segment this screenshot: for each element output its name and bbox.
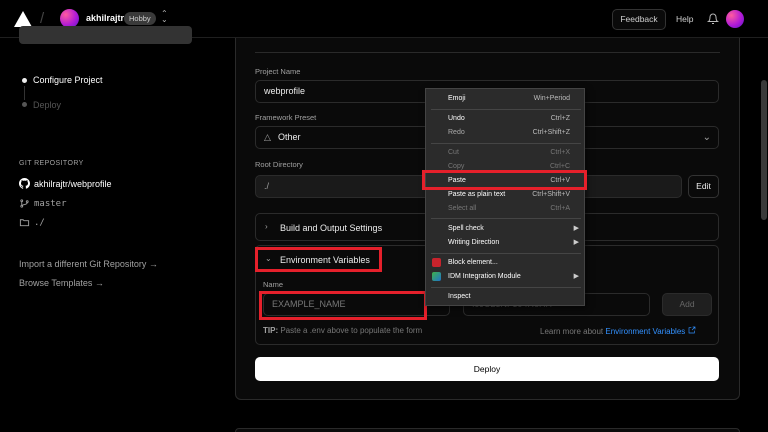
- chevron-down-icon: ⌄: [702, 132, 711, 143]
- vercel-logo-icon[interactable]: [14, 11, 32, 27]
- highlight-env-name-input: [259, 291, 427, 320]
- menu-item-cut[interactable]: Cut Ctrl+X: [426, 146, 584, 160]
- github-icon: [19, 178, 30, 189]
- bell-icon[interactable]: [707, 13, 719, 25]
- project-name-label: Project Name: [255, 67, 301, 76]
- menu-separator: [431, 109, 581, 110]
- menu-separator: [431, 253, 581, 254]
- idm-icon: [432, 272, 441, 281]
- menu-item-spell-check[interactable]: Spell check ▶: [426, 222, 584, 236]
- menu-item-idm-integration[interactable]: IDM Integration Module ▶: [426, 270, 584, 284]
- import-different-repo-link[interactable]: Import a different Git Repository →: [19, 259, 158, 269]
- team-name[interactable]: akhilrajtr: [86, 13, 124, 23]
- context-menu: Emoji Win+Period Undo Ctrl+Z Redo Ctrl+Shif…: [425, 88, 585, 306]
- branch-name: master: [34, 198, 67, 209]
- env-tip: TIP: Paste a .env above to populate the …: [263, 326, 422, 335]
- menu-separator: [431, 287, 581, 288]
- external-link-icon: [688, 326, 695, 334]
- chevron-right-icon: ›: [265, 222, 268, 231]
- framework-value: Other: [278, 132, 301, 142]
- branch-row: master: [19, 198, 67, 209]
- repo-name: akhilrajtr/webprofile: [34, 178, 112, 189]
- help-link[interactable]: Help: [676, 14, 693, 24]
- plan-badge: Hobby: [124, 12, 156, 25]
- step-connector: [24, 86, 25, 100]
- team-switcher-icon[interactable]: ⌃ ⌄: [161, 10, 168, 24]
- env-name-label: Name: [263, 280, 284, 289]
- root-directory-label: Root Directory: [255, 160, 303, 169]
- tip-prefix: TIP:: [263, 326, 279, 335]
- submenu-arrow-icon: ▶: [573, 239, 579, 246]
- git-branch-icon: [20, 199, 29, 208]
- adblock-icon: [432, 258, 441, 267]
- tip-text: Paste a .env above to populate the form: [280, 326, 423, 335]
- learn-more: Learn more about Environment Variables: [540, 326, 696, 336]
- framework-triangle-icon: △: [264, 132, 271, 142]
- step-active-dot: [22, 78, 27, 83]
- page-scrollbar[interactable]: [761, 80, 767, 220]
- submenu-arrow-icon: ▶: [573, 225, 579, 232]
- add-env-var-button[interactable]: Add: [662, 293, 712, 316]
- step-configure-project: Configure Project: [33, 75, 103, 85]
- framework-preset-label: Framework Preset: [255, 113, 317, 122]
- menu-separator: [431, 218, 581, 219]
- menu-item-block-element[interactable]: Block element...: [426, 256, 584, 270]
- highlight-env-vars-toggle: [255, 247, 382, 272]
- feedback-button[interactable]: Feedback: [612, 9, 666, 30]
- env-vars-docs-link[interactable]: Environment Variables: [605, 327, 685, 336]
- repo-row[interactable]: akhilrajtr/webprofile: [19, 178, 112, 189]
- menu-item-select-all[interactable]: Select all Ctrl+A: [426, 202, 584, 216]
- user-avatar[interactable]: [726, 10, 744, 28]
- menu-item-emoji[interactable]: Emoji Win+Period: [426, 92, 584, 106]
- sidebar-top-card: [19, 26, 192, 44]
- folder-icon: [19, 219, 30, 227]
- menu-item-writing-direction[interactable]: Writing Direction ▶: [426, 236, 584, 250]
- deploy-button[interactable]: Deploy: [255, 357, 719, 381]
- menu-item-inspect[interactable]: Inspect: [426, 290, 584, 304]
- step-inactive-dot: [22, 102, 27, 107]
- card-divider: [255, 52, 720, 53]
- browse-templates-link[interactable]: Browse Templates →: [19, 278, 104, 288]
- menu-separator: [431, 143, 581, 144]
- menu-item-undo[interactable]: Undo Ctrl+Z: [426, 112, 584, 126]
- learn-prefix: Learn more about: [540, 327, 604, 336]
- menu-item-paste-plain-text[interactable]: Paste as plain text Ctrl+Shift+V: [426, 188, 584, 202]
- git-repository-heading: GIT REPOSITORY: [19, 160, 84, 167]
- directory-name: ./: [34, 217, 45, 228]
- breadcrumb-separator: /: [40, 10, 45, 27]
- build-output-settings-title: Build and Output Settings: [280, 223, 383, 233]
- edit-root-directory-button[interactable]: Edit: [688, 175, 719, 198]
- directory-row: ./: [19, 217, 45, 228]
- step-deploy: Deploy: [33, 100, 62, 110]
- highlight-paste-item: [422, 170, 587, 190]
- next-card: [235, 428, 740, 432]
- menu-item-redo[interactable]: Redo Ctrl+Shift+Z: [426, 126, 584, 140]
- submenu-arrow-icon: ▶: [573, 273, 579, 280]
